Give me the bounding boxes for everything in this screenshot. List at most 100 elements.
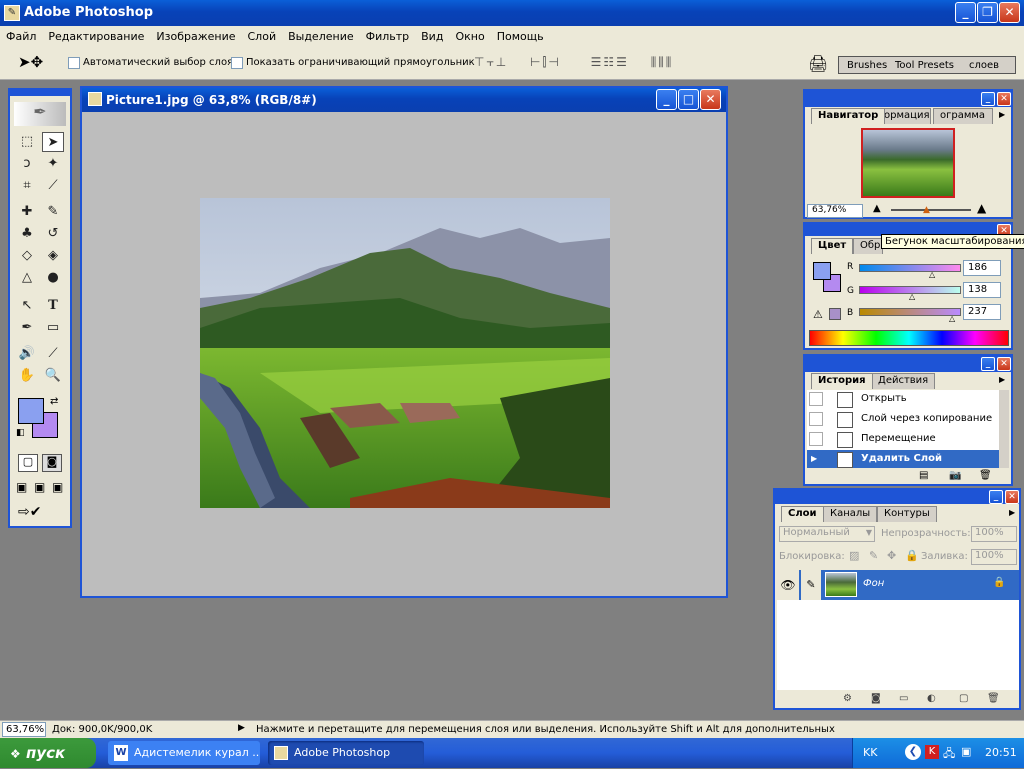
path-selection-icon[interactable]: ↖ [16, 296, 38, 316]
red-slider-thumb[interactable]: △ [929, 270, 935, 279]
default-colors-icon[interactable]: ◧ [16, 428, 25, 438]
antivirus-icon[interactable]: K [925, 745, 939, 759]
delete-layer-icon[interactable]: 🗑 [987, 693, 1000, 704]
display-icon[interactable]: ▣ [961, 745, 971, 758]
blue-value[interactable]: 237 [963, 304, 1001, 320]
menu-select[interactable]: Выделение [282, 26, 360, 48]
align-right-edges-icon[interactable]: ⊣ [548, 55, 560, 69]
doc-maximize-button[interactable]: □ [678, 89, 699, 110]
eye-icon[interactable]: 👁 [777, 570, 799, 600]
lock-all-icon[interactable]: 🔒 [905, 549, 919, 562]
history-close-button[interactable]: ✕ [997, 357, 1011, 371]
doc-close-button[interactable]: ✕ [700, 89, 721, 110]
blue-slider-thumb[interactable]: △ [949, 314, 955, 323]
distribute-bottom-icon[interactable]: ☰ [616, 55, 629, 69]
screen-mode-full-menu-icon[interactable]: ▣ [34, 480, 45, 494]
healing-brush-icon[interactable]: ✚ [16, 202, 38, 222]
doc-minimize-button[interactable]: _ [656, 89, 677, 110]
menu-window[interactable]: Окно [449, 26, 490, 48]
swap-colors-icon[interactable]: ⇄ [50, 396, 58, 407]
tool-presets-tab[interactable]: Tool Presets [895, 60, 954, 71]
foreground-color-swatch[interactable] [18, 398, 44, 424]
taskbar-item-word[interactable]: W Адистемелик курал ... [108, 741, 260, 765]
zoom-slider-track[interactable] [891, 209, 971, 211]
red-value[interactable]: 186 [963, 260, 1001, 276]
menu-filter[interactable]: Фильтр [360, 26, 416, 48]
pen-tool-icon[interactable]: ✒ [16, 318, 38, 338]
close-button[interactable]: ✕ [999, 2, 1020, 23]
navigator-minimize-button[interactable]: _ [981, 92, 995, 106]
distribute-center-icon[interactable]: ⫼ [658, 55, 666, 69]
marquee-tool-icon[interactable]: ⬚ [16, 132, 38, 152]
align-top-edges-icon[interactable]: ⊤ [474, 55, 486, 69]
palette-well-icon[interactable]: 🖨 [808, 54, 828, 73]
layer-name[interactable]: Фон [863, 578, 884, 589]
adobe-feather-icon[interactable]: ✒ [14, 102, 66, 126]
blend-mode-select[interactable]: Нормальный ▼ [779, 526, 875, 542]
green-value[interactable]: 138 [963, 282, 1001, 298]
landscape-image[interactable] [200, 198, 610, 508]
taskbar-item-photoshop[interactable]: Adobe Photoshop [268, 741, 424, 765]
opacity-field[interactable]: 100% [971, 526, 1017, 542]
clone-stamp-icon[interactable]: ♣ [16, 224, 38, 244]
tab-history[interactable]: История [811, 373, 873, 389]
history-brush-icon[interactable]: ↺ [42, 224, 64, 244]
new-snapshot-icon[interactable]: 📷 [949, 470, 961, 481]
red-slider[interactable] [859, 264, 961, 272]
new-layer-icon[interactable]: ▢ [959, 693, 968, 704]
shape-tool-icon[interactable]: ▭ [42, 318, 64, 338]
navigator-thumbnail[interactable] [861, 128, 955, 198]
start-button[interactable]: ❖ пуск [0, 738, 96, 768]
menu-image[interactable]: Изображение [150, 26, 241, 48]
screen-mode-full-icon[interactable]: ▣ [52, 480, 63, 494]
align-bottom-edges-icon[interactable]: ⊥ [496, 55, 508, 69]
history-item[interactable]: Перемещение [807, 430, 999, 450]
navigator-zoom-value[interactable]: 63,76% [807, 204, 863, 218]
move-tool-icon[interactable]: ➤ [42, 132, 64, 152]
screen-mode-standard-icon[interactable]: ▣ [16, 480, 27, 494]
tab-histogram[interactable]: ограмма [933, 108, 993, 124]
layer-comps-tab[interactable]: слоев [969, 60, 999, 71]
crop-tool-icon[interactable]: ⌗ [16, 176, 38, 196]
history-item[interactable]: Открыть [807, 390, 999, 410]
lock-position-icon[interactable]: ✥ [887, 549, 896, 562]
distribute-middle-icon[interactable]: ☷ [603, 55, 616, 69]
distribute-right-icon[interactable]: ⫼ [666, 55, 674, 69]
layer-row[interactable]: 👁 ✎ Фон 🔒 [777, 570, 1019, 600]
menu-view[interactable]: Вид [415, 26, 449, 48]
history-scrollbar[interactable] [999, 390, 1009, 468]
paint-bucket-icon[interactable]: ◈ [42, 246, 64, 266]
status-zoom-field[interactable]: 63,76% [2, 722, 46, 737]
layers-close-button[interactable]: ✕ [1005, 490, 1019, 504]
zoom-slider-thumb[interactable]: ▲ [923, 205, 930, 215]
navigator-menu-arrow-icon[interactable]: ▶ [999, 110, 1005, 119]
menu-file[interactable]: Файл [0, 26, 42, 48]
navigator-close-button[interactable]: ✕ [997, 92, 1011, 106]
menu-layer[interactable]: Слой [242, 26, 283, 48]
align-vertical-centers-icon[interactable]: ⫟ [486, 55, 495, 69]
tab-swatches[interactable]: Обр [853, 238, 883, 254]
brushes-tab[interactable]: Brushes [847, 60, 887, 71]
history-menu-arrow-icon[interactable]: ▶ [999, 375, 1005, 384]
add-layer-mask-icon[interactable]: ◙ [871, 693, 881, 704]
new-group-icon[interactable]: ▭ [899, 693, 908, 704]
zoom-tool-icon[interactable]: 🔍 [42, 366, 64, 386]
fill-field[interactable]: 100% [971, 549, 1017, 565]
lock-image-icon[interactable]: ✎ [869, 549, 878, 562]
zoom-in-icon[interactable]: ▲ [977, 201, 986, 215]
auto-select-checkbox[interactable] [68, 57, 80, 69]
layers-menu-arrow-icon[interactable]: ▶ [1009, 508, 1015, 517]
zoom-out-icon[interactable]: ▲ [873, 203, 881, 214]
new-document-from-state-icon[interactable]: ▤ [919, 470, 928, 481]
status-menu-arrow-icon[interactable]: ▶ [238, 723, 245, 733]
tab-layers[interactable]: Слои [781, 506, 824, 522]
blur-tool-icon[interactable]: △ [16, 268, 38, 288]
adjustment-layer-icon[interactable]: ◐ [927, 693, 936, 704]
tray-expand-icon[interactable]: ❮ [905, 744, 921, 760]
align-left-edges-icon[interactable]: ⊢ [530, 55, 542, 69]
magic-wand-tool-icon[interactable]: ✦ [42, 154, 64, 174]
tab-channels[interactable]: Каналы [823, 506, 878, 522]
restore-button[interactable]: ❐ [977, 2, 998, 23]
tab-color[interactable]: Цвет [811, 238, 854, 254]
eraser-tool-icon[interactable]: ◇ [16, 246, 38, 266]
